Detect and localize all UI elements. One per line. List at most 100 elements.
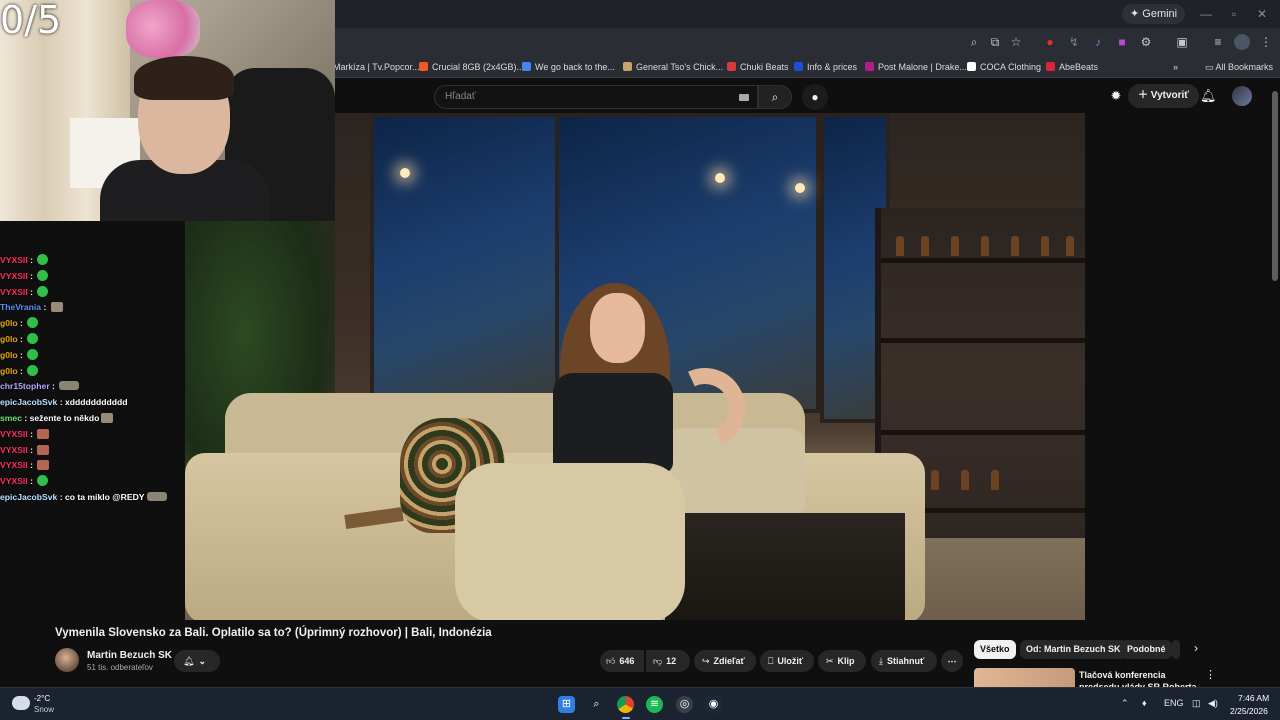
bookmark-item[interactable]: We go back to the... — [522, 59, 615, 75]
weather-condition[interactable]: Snow — [34, 705, 54, 714]
recommendation-menu-icon[interactable]: ⋮ — [1205, 668, 1216, 681]
app-icon[interactable]: ◎ — [676, 696, 693, 713]
bookmark-favicon — [967, 62, 976, 71]
subscribe-notifications-button[interactable]: 🔔︎ ⌄ — [174, 650, 220, 672]
chevron-down-icon: ⌄ — [198, 656, 206, 666]
maximize-button[interactable]: ▫ — [1224, 4, 1244, 24]
chat-username[interactable]: VYXSII — [0, 255, 28, 265]
chat-username[interactable]: g0lo — [0, 318, 18, 328]
extension-twitch-icon[interactable]: ■ — [1114, 34, 1130, 50]
chat-username[interactable]: g0lo — [0, 366, 18, 376]
media-controls-icon[interactable]: ≡ — [1210, 34, 1226, 50]
bookmark-item[interactable]: Chuki Beats — [727, 59, 789, 75]
chat-username[interactable]: VYXSII — [0, 287, 28, 297]
screen: ✦ Gemini — ▫ ✕ ⌕ ⧉ ☆ ● ↯ ♪ ■ ⚙ ▣ ≡ ⋮ Mar… — [0, 0, 1280, 720]
spotify-app-icon[interactable]: ≋ — [646, 696, 663, 713]
zoom-icon[interactable]: ⌕ — [966, 34, 982, 50]
more-actions-button[interactable]: ⋯ — [941, 650, 963, 672]
voice-search-button[interactable]: ● — [802, 84, 828, 110]
tray-overflow-icon[interactable]: ⌃ — [1121, 698, 1129, 709]
bookmark-item[interactable]: Crucial 8GB (2x4GB)... — [419, 59, 524, 75]
search-input[interactable]: Hľadať — [445, 91, 476, 102]
account-avatar[interactable] — [1232, 86, 1252, 106]
chat-message: g0lo : — [0, 348, 185, 364]
chevron-right-icon[interactable]: › — [1194, 641, 1198, 655]
chat-username[interactable]: VYXSII — [0, 271, 28, 281]
chip-all[interactable]: Všetko — [974, 640, 1016, 659]
all-bookmarks[interactable]: ▭ All Bookmarks — [1205, 59, 1273, 75]
chrome-menu-icon[interactable]: ⋮ — [1258, 34, 1274, 50]
chat-username[interactable]: epicJacobSvk — [0, 397, 57, 407]
chat-emote-icon — [37, 254, 49, 265]
keyboard-icon[interactable] — [739, 94, 749, 101]
gemini-button[interactable]: ✦ Gemini — [1122, 4, 1186, 24]
bookmarks-overflow-icon[interactable]: » — [1173, 59, 1178, 75]
notifications-bell-icon[interactable]: 🔔︎ — [1200, 88, 1217, 104]
more-icon: ⋯ — [947, 656, 957, 666]
chip-related[interactable]: Podobné — [1121, 640, 1172, 659]
dislike-button[interactable]: 👎︎ 12 — [646, 650, 690, 672]
bookmark-item[interactable]: Post Malone | Drake... — [865, 59, 967, 75]
bookmark-item[interactable]: Info & prices — [794, 59, 857, 75]
channel-name[interactable]: Martin Bezuch SK — [87, 650, 172, 661]
chat-username[interactable]: VYXSII — [0, 429, 28, 439]
minimize-button[interactable]: — — [1196, 4, 1216, 24]
clock-date[interactable]: 2/25/2026 — [1230, 706, 1268, 716]
chat-username[interactable]: VYXSII — [0, 445, 28, 455]
volume-icon[interactable]: ◀) — [1208, 698, 1218, 709]
clip-button[interactable]: ✂ Klip — [818, 650, 866, 672]
chat-username[interactable]: VYXSII — [0, 476, 28, 486]
recommendation-title[interactable]: Tlačová konferencia predsedu vlády SR Ro… — [1079, 669, 1199, 688]
chat-username[interactable]: TheVrania — [0, 302, 41, 312]
recommendation-thumbnail[interactable] — [974, 668, 1075, 687]
chat-separator: : — [57, 397, 65, 408]
search-box[interactable]: Hľadať — [434, 85, 758, 109]
bookmark-item[interactable]: Markíza | Tv.Popcor... — [333, 59, 420, 75]
like-button[interactable]: 👍︎ 646 — [600, 650, 644, 672]
steam-app-icon[interactable]: ◉ — [705, 696, 722, 713]
chat-username[interactable]: smec — [0, 413, 22, 423]
extensions-puzzle-icon[interactable]: ⚙ — [1138, 34, 1154, 50]
gemini-sparkle-icon[interactable]: ✹ — [1108, 88, 1124, 104]
extension-icon[interactable]: ↯ — [1066, 34, 1082, 50]
chat-username[interactable]: VYXSII — [0, 460, 28, 470]
taskbar-search-icon[interactable]: ⌕ — [588, 696, 605, 713]
chat-username[interactable]: g0lo — [0, 334, 18, 344]
microphone-tray-icon[interactable]: ♦ — [1142, 698, 1147, 708]
clock-time[interactable]: 7:46 AM — [1238, 693, 1269, 703]
weather-temperature[interactable]: -2°C — [34, 694, 50, 703]
install-app-icon[interactable]: ⧉ — [987, 34, 1003, 50]
bookmark-item[interactable]: AbeBeats — [1046, 59, 1098, 75]
channel-avatar[interactable] — [55, 648, 79, 672]
windows-start-icon[interactable]: ⊞ — [558, 696, 575, 713]
share-button[interactable]: ↪ Zdieľať — [694, 650, 756, 672]
chat-username[interactable]: chr15topher — [0, 381, 50, 391]
close-window-button[interactable]: ✕ — [1252, 4, 1272, 24]
bookmark-star-icon[interactable]: ☆ — [1008, 34, 1024, 50]
search-button[interactable]: ⌕ — [758, 85, 792, 109]
bookmark-item[interactable]: COCA Clothing — [967, 59, 1041, 75]
like-count: 646 — [619, 656, 635, 666]
page-scrollbar[interactable] — [1270, 79, 1280, 687]
weather-snow-icon[interactable] — [12, 696, 30, 710]
chrome-app-icon[interactable] — [617, 696, 634, 713]
bookmark-item[interactable]: General Tso's Chick... — [623, 59, 723, 75]
profile-avatar-icon[interactable] — [1234, 34, 1250, 50]
network-icon[interactable]: ◫ — [1192, 698, 1201, 709]
scissors-icon: ✂ — [826, 656, 834, 666]
search-icon: ⌕ — [771, 90, 779, 104]
scrollbar-thumb[interactable] — [1272, 91, 1278, 281]
side-panel-icon[interactable]: ▣ — [1174, 34, 1190, 50]
language-indicator[interactable]: ENG — [1164, 698, 1184, 708]
create-button[interactable]: ＋ Vytvoriť — [1128, 84, 1200, 108]
chip-label: Všetko — [980, 644, 1010, 654]
extension-sound-icon[interactable]: ♪ — [1090, 34, 1106, 50]
chip-partial[interactable] — [1172, 640, 1180, 659]
save-button[interactable]: ⎕ Uložiť — [760, 650, 814, 672]
chat-username[interactable]: g0lo — [0, 350, 18, 360]
download-button[interactable]: ⤓ Stiahnuť — [871, 650, 937, 672]
chat-message: epicJacobSvk : xddddddddddd — [0, 395, 185, 411]
chat-username[interactable]: epicJacobSvk — [0, 492, 57, 502]
chip-channel[interactable]: Od: Martin Bezuch SK — [1020, 640, 1127, 659]
extension-adblock-icon[interactable]: ● — [1042, 34, 1058, 50]
